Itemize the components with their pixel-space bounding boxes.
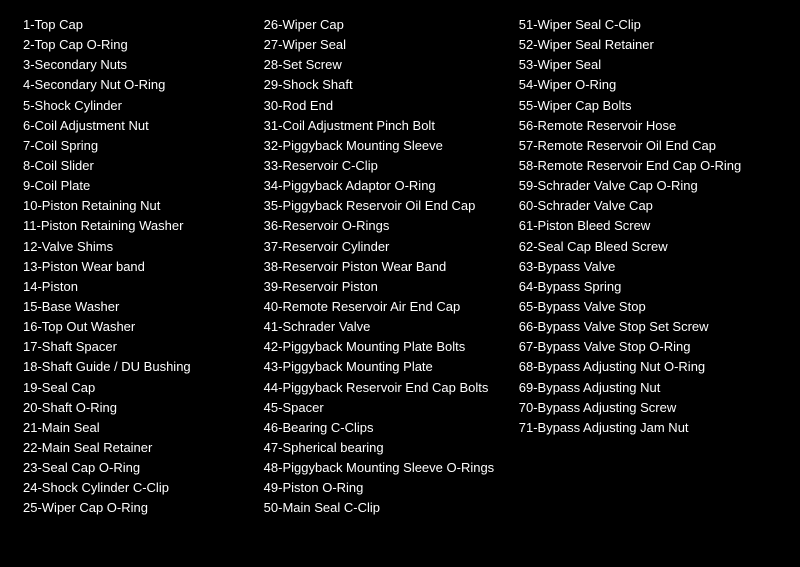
list-item: 71-Bypass Adjusting Jam Nut (519, 418, 777, 438)
list-item: 13-Piston Wear band (23, 257, 248, 277)
parts-list: 1-Top Cap2-Top Cap O-Ring3-Secondary Nut… (15, 10, 785, 524)
list-item: 61-Piston Bleed Screw (519, 216, 777, 236)
list-item: 33-Reservoir C-Clip (264, 156, 503, 176)
list-item: 8-Coil Slider (23, 156, 248, 176)
column-2: 26-Wiper Cap27-Wiper Seal28-Set Screw29-… (256, 10, 511, 524)
list-item: 36-Reservoir O-Rings (264, 216, 503, 236)
list-item: 56-Remote Reservoir Hose (519, 116, 777, 136)
list-item: 58-Remote Reservoir End Cap O-Ring (519, 156, 777, 176)
list-item: 41-Schrader Valve (264, 317, 503, 337)
list-item: 27-Wiper Seal (264, 35, 503, 55)
list-item: 6-Coil Adjustment Nut (23, 116, 248, 136)
list-item: 69-Bypass Adjusting Nut (519, 378, 777, 398)
list-item: 17-Shaft Spacer (23, 337, 248, 357)
list-item: 29-Shock Shaft (264, 75, 503, 95)
list-item: 35-Piggyback Reservoir Oil End Cap (264, 196, 503, 216)
list-item: 32-Piggyback Mounting Sleeve (264, 136, 503, 156)
list-item: 38-Reservoir Piston Wear Band (264, 257, 503, 277)
list-item: 31-Coil Adjustment Pinch Bolt (264, 116, 503, 136)
list-item: 63-Bypass Valve (519, 257, 777, 277)
list-item: 49-Piston O-Ring (264, 478, 503, 498)
list-item: 20-Shaft O-Ring (23, 398, 248, 418)
list-item: 67-Bypass Valve Stop O-Ring (519, 337, 777, 357)
list-item: 30-Rod End (264, 96, 503, 116)
list-item: 12-Valve Shims (23, 237, 248, 257)
list-item: 18-Shaft Guide / DU Bushing (23, 357, 248, 377)
list-item: 26-Wiper Cap (264, 15, 503, 35)
list-item: 44-Piggyback Reservoir End Cap Bolts (264, 378, 503, 398)
list-item: 64-Bypass Spring (519, 277, 777, 297)
list-item: 19-Seal Cap (23, 378, 248, 398)
list-item: 2-Top Cap O-Ring (23, 35, 248, 55)
list-item: 43-Piggyback Mounting Plate (264, 357, 503, 377)
list-item: 59-Schrader Valve Cap O-Ring (519, 176, 777, 196)
list-item: 37-Reservoir Cylinder (264, 237, 503, 257)
list-item: 10-Piston Retaining Nut (23, 196, 248, 216)
list-item: 1-Top Cap (23, 15, 248, 35)
list-item: 54-Wiper O-Ring (519, 75, 777, 95)
list-item: 51-Wiper Seal C-Clip (519, 15, 777, 35)
list-item: 39-Reservoir Piston (264, 277, 503, 297)
list-item: 48-Piggyback Mounting Sleeve O-Rings (264, 458, 503, 478)
list-item: 3-Secondary Nuts (23, 55, 248, 75)
list-item: 4-Secondary Nut O-Ring (23, 75, 248, 95)
list-item: 52-Wiper Seal Retainer (519, 35, 777, 55)
column-3: 51-Wiper Seal C-Clip52-Wiper Seal Retain… (511, 10, 785, 524)
list-item: 42-Piggyback Mounting Plate Bolts (264, 337, 503, 357)
list-item: 14-Piston (23, 277, 248, 297)
list-item: 55-Wiper Cap Bolts (519, 96, 777, 116)
list-item: 15-Base Washer (23, 297, 248, 317)
list-item: 40-Remote Reservoir Air End Cap (264, 297, 503, 317)
list-item: 7-Coil Spring (23, 136, 248, 156)
list-item: 11-Piston Retaining Washer (23, 216, 248, 236)
list-item: 62-Seal Cap Bleed Screw (519, 237, 777, 257)
list-item: 9-Coil Plate (23, 176, 248, 196)
list-item: 50-Main Seal C-Clip (264, 498, 503, 518)
list-item: 34-Piggyback Adaptor O-Ring (264, 176, 503, 196)
list-item: 68-Bypass Adjusting Nut O-Ring (519, 357, 777, 377)
list-item: 16-Top Out Washer (23, 317, 248, 337)
list-item: 28-Set Screw (264, 55, 503, 75)
list-item: 24-Shock Cylinder C-Clip (23, 478, 248, 498)
list-item: 65-Bypass Valve Stop (519, 297, 777, 317)
list-item: 21-Main Seal (23, 418, 248, 438)
list-item: 45-Spacer (264, 398, 503, 418)
list-item: 22-Main Seal Retainer (23, 438, 248, 458)
list-item: 25-Wiper Cap O-Ring (23, 498, 248, 518)
list-item: 23-Seal Cap O-Ring (23, 458, 248, 478)
column-1: 1-Top Cap2-Top Cap O-Ring3-Secondary Nut… (15, 10, 256, 524)
list-item: 66-Bypass Valve Stop Set Screw (519, 317, 777, 337)
list-item: 5-Shock Cylinder (23, 96, 248, 116)
list-item: 60-Schrader Valve Cap (519, 196, 777, 216)
list-item: 46-Bearing C-Clips (264, 418, 503, 438)
list-item: 70-Bypass Adjusting Screw (519, 398, 777, 418)
list-item: 57-Remote Reservoir Oil End Cap (519, 136, 777, 156)
list-item: 53-Wiper Seal (519, 55, 777, 75)
list-item: 47-Spherical bearing (264, 438, 503, 458)
